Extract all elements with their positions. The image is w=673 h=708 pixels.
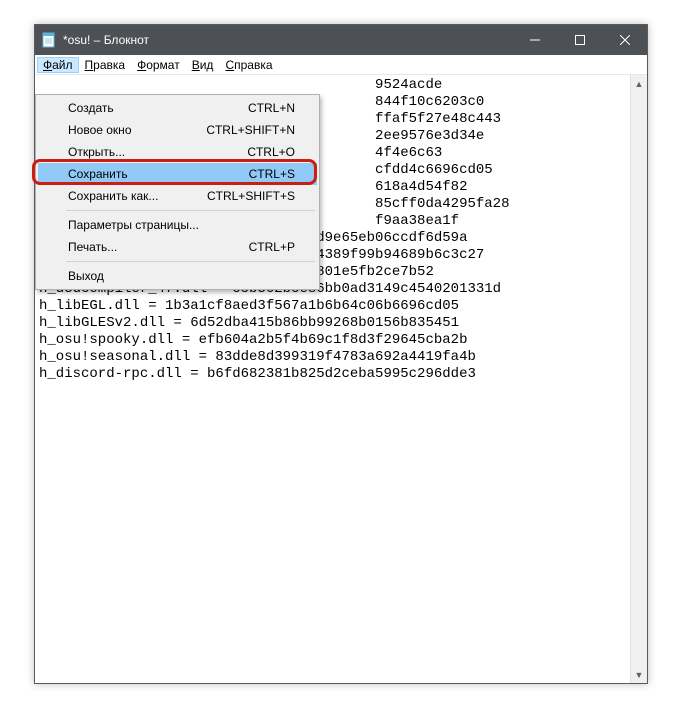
menu-separator: [66, 261, 315, 262]
menu-item-создать[interactable]: СоздатьCTRL+N: [38, 97, 317, 119]
menu-item-label: Выход: [68, 269, 295, 283]
menu-item-shortcut: CTRL+O: [247, 145, 295, 159]
window-title: *osu! – Блокнот: [63, 33, 149, 47]
notepad-icon: [41, 32, 57, 48]
menu-item-shortcut: CTRL+N: [248, 101, 295, 115]
menu-item-сохранить-как-[interactable]: Сохранить как...CTRL+SHIFT+S: [38, 185, 317, 207]
file-menu-dropdown: СоздатьCTRL+NНовое окноCTRL+SHIFT+NОткры…: [35, 94, 320, 290]
scroll-down-button[interactable]: ▼: [631, 666, 647, 683]
close-button[interactable]: [602, 25, 647, 55]
menu-item-label: Открыть...: [68, 145, 247, 159]
menu-item-label: Печать...: [68, 240, 249, 254]
menu-item-выход[interactable]: Выход: [38, 265, 317, 287]
menubar: Файл Правка Формат Вид Справка: [35, 55, 647, 75]
menu-format[interactable]: Формат: [131, 57, 186, 73]
editor-area[interactable]: 9524acde 844f10c6203c0 ffaf5f27e48c443 2…: [35, 75, 647, 683]
window-controls: [512, 25, 647, 55]
vertical-scrollbar[interactable]: ▲ ▼: [630, 75, 647, 683]
menu-separator: [66, 210, 315, 211]
minimize-button[interactable]: [512, 25, 557, 55]
maximize-button[interactable]: [557, 25, 602, 55]
menu-view[interactable]: Вид: [186, 57, 220, 73]
titlebar[interactable]: *osu! – Блокнот: [35, 25, 647, 55]
notepad-window: *osu! – Блокнот Файл Правка Формат Вид С…: [34, 24, 648, 684]
menu-item-label: Сохранить как...: [68, 189, 207, 203]
menu-item-label: Сохранить: [68, 167, 249, 181]
menu-item-label: Создать: [68, 101, 248, 115]
menu-item-shortcut: CTRL+SHIFT+S: [207, 189, 295, 203]
menu-item-открыть-[interactable]: Открыть...CTRL+O: [38, 141, 317, 163]
menu-item-сохранить[interactable]: СохранитьCTRL+S: [38, 163, 317, 185]
menu-item-печать-[interactable]: Печать...CTRL+P: [38, 236, 317, 258]
menu-file[interactable]: Файл: [37, 57, 79, 73]
scroll-up-button[interactable]: ▲: [631, 75, 647, 92]
menu-edit[interactable]: Правка: [79, 57, 132, 73]
menu-item-shortcut: CTRL+SHIFT+N: [206, 123, 295, 137]
menu-item-параметры-страницы-[interactable]: Параметры страницы...: [38, 214, 317, 236]
menu-item-shortcut: CTRL+S: [249, 167, 295, 181]
menu-item-shortcut: CTRL+P: [249, 240, 295, 254]
menu-item-label: Параметры страницы...: [68, 218, 295, 232]
menu-item-новое-окно[interactable]: Новое окноCTRL+SHIFT+N: [38, 119, 317, 141]
menu-item-label: Новое окно: [68, 123, 206, 137]
menu-help[interactable]: Справка: [219, 57, 278, 73]
